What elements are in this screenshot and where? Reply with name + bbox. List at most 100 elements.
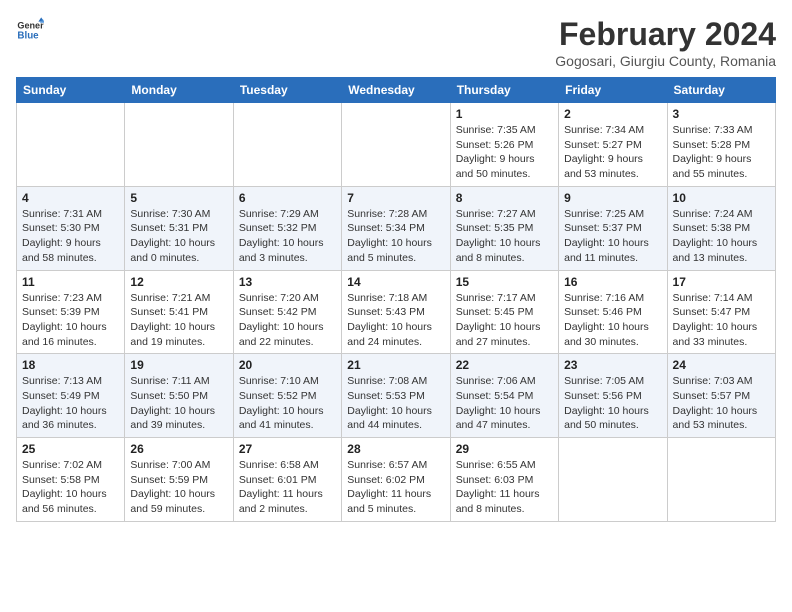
day-info: Sunrise: 7:05 AM Sunset: 5:56 PM Dayligh…: [564, 374, 661, 433]
svg-text:Blue: Blue: [17, 30, 39, 41]
day-number: 7: [347, 191, 444, 205]
day-info: Sunrise: 7:00 AM Sunset: 5:59 PM Dayligh…: [130, 458, 227, 517]
day-info: Sunrise: 7:21 AM Sunset: 5:41 PM Dayligh…: [130, 291, 227, 350]
calendar-week-row: 25 Sunrise: 7:02 AM Sunset: 5:58 PM Dayli…: [17, 438, 776, 522]
day-info: Sunrise: 7:31 AM Sunset: 5:30 PM Dayligh…: [22, 207, 119, 266]
day-number: 1: [456, 107, 553, 121]
calendar-cell: 18Sunrise: 7:13 AM Sunset: 5:49 PM Dayli…: [17, 354, 125, 438]
calendar-cell: 20 Sunrise: 7:10 AM Sunset: 5:52 PM Dayli…: [233, 354, 341, 438]
day-number: 15: [456, 275, 553, 289]
day-number: 12: [130, 275, 227, 289]
calendar-cell: 24 Sunrise: 7:03 AM Sunset: 5:57 PM Dayli…: [667, 354, 775, 438]
calendar-cell: 27 Sunrise: 6:58 AM Sunset: 6:01 PM Dayli…: [233, 438, 341, 522]
day-info: Sunrise: 7:10 AM Sunset: 5:52 PM Dayligh…: [239, 374, 336, 433]
day-info: Sunrise: 7:35 AM Sunset: 5:26 PM Dayligh…: [456, 123, 553, 182]
calendar-week-row: 1 Sunrise: 7:35 AM Sunset: 5:26 PM Daylig…: [17, 103, 776, 187]
calendar-cell: 15 Sunrise: 7:17 AM Sunset: 5:45 PM Dayli…: [450, 270, 558, 354]
calendar-cell: [559, 438, 667, 522]
calendar-cell: 10Sunrise: 7:24 AM Sunset: 5:38 PM Dayli…: [667, 186, 775, 270]
calendar-cell: 7 Sunrise: 7:28 AM Sunset: 5:34 PM Daylig…: [342, 186, 450, 270]
day-number: 13: [239, 275, 336, 289]
day-info: Sunrise: 7:23 AM Sunset: 5:39 PM Dayligh…: [22, 291, 119, 350]
day-info: Sunrise: 7:13 AM Sunset: 5:49 PM Dayligh…: [22, 374, 119, 433]
day-info: Sunrise: 6:58 AM Sunset: 6:01 PM Dayligh…: [239, 458, 336, 517]
calendar-week-row: 4 Sunrise: 7:31 AM Sunset: 5:30 PM Daylig…: [17, 186, 776, 270]
weekday-header-saturday: Saturday: [667, 78, 775, 103]
calendar-cell: 25 Sunrise: 7:02 AM Sunset: 5:58 PM Dayli…: [17, 438, 125, 522]
day-number: 6: [239, 191, 336, 205]
logo: General Blue: [16, 16, 44, 44]
day-number: 27: [239, 442, 336, 456]
day-info: Sunrise: 7:34 AM Sunset: 5:27 PM Dayligh…: [564, 123, 661, 182]
day-number: 19: [130, 358, 227, 372]
day-number: 4: [22, 191, 119, 205]
day-info: Sunrise: 7:03 AM Sunset: 5:57 PM Dayligh…: [673, 374, 770, 433]
title-area: February 2024 Gogosari, Giurgiu County, …: [555, 16, 776, 69]
day-info: Sunrise: 7:08 AM Sunset: 5:53 PM Dayligh…: [347, 374, 444, 433]
calendar-cell: 26 Sunrise: 7:00 AM Sunset: 5:59 PM Dayli…: [125, 438, 233, 522]
calendar-cell: 4 Sunrise: 7:31 AM Sunset: 5:30 PM Daylig…: [17, 186, 125, 270]
calendar-cell: 14 Sunrise: 7:18 AM Sunset: 5:43 PM Dayli…: [342, 270, 450, 354]
calendar-cell: 21 Sunrise: 7:08 AM Sunset: 5:53 PM Dayli…: [342, 354, 450, 438]
calendar-cell: 29 Sunrise: 6:55 AM Sunset: 6:03 PM Dayli…: [450, 438, 558, 522]
page-header: General Blue February 2024 Gogosari, Giu…: [16, 16, 776, 69]
day-number: 23: [564, 358, 661, 372]
month-year-title: February 2024: [555, 16, 776, 53]
day-info: Sunrise: 7:25 AM Sunset: 5:37 PM Dayligh…: [564, 207, 661, 266]
day-info: Sunrise: 6:55 AM Sunset: 6:03 PM Dayligh…: [456, 458, 553, 517]
calendar-cell: 8Sunrise: 7:27 AM Sunset: 5:35 PM Daylig…: [450, 186, 558, 270]
day-number: 14: [347, 275, 444, 289]
calendar-cell: 16Sunrise: 7:16 AM Sunset: 5:46 PM Dayli…: [559, 270, 667, 354]
logo-icon: General Blue: [16, 16, 44, 44]
calendar-cell: 5Sunrise: 7:30 AM Sunset: 5:31 PM Daylig…: [125, 186, 233, 270]
calendar-cell: 6 Sunrise: 7:29 AM Sunset: 5:32 PM Daylig…: [233, 186, 341, 270]
day-info: Sunrise: 7:28 AM Sunset: 5:34 PM Dayligh…: [347, 207, 444, 266]
day-number: 2: [564, 107, 661, 121]
calendar-cell: 2 Sunrise: 7:34 AM Sunset: 5:27 PM Daylig…: [559, 103, 667, 187]
day-info: Sunrise: 7:06 AM Sunset: 5:54 PM Dayligh…: [456, 374, 553, 433]
day-number: 17: [673, 275, 770, 289]
day-info: Sunrise: 7:29 AM Sunset: 5:32 PM Dayligh…: [239, 207, 336, 266]
day-info: Sunrise: 7:30 AM Sunset: 5:31 PM Dayligh…: [130, 207, 227, 266]
calendar-cell: 11 Sunrise: 7:23 AM Sunset: 5:39 PM Dayli…: [17, 270, 125, 354]
day-info: Sunrise: 7:20 AM Sunset: 5:42 PM Dayligh…: [239, 291, 336, 350]
day-number: 9: [564, 191, 661, 205]
weekday-header-friday: Friday: [559, 78, 667, 103]
weekday-header-monday: Monday: [125, 78, 233, 103]
calendar-cell: [233, 103, 341, 187]
calendar-cell: [342, 103, 450, 187]
day-number: 22: [456, 358, 553, 372]
calendar-cell: 9 Sunrise: 7:25 AM Sunset: 5:37 PM Daylig…: [559, 186, 667, 270]
day-info: Sunrise: 7:18 AM Sunset: 5:43 PM Dayligh…: [347, 291, 444, 350]
day-number: 29: [456, 442, 553, 456]
day-number: 21: [347, 358, 444, 372]
day-number: 24: [673, 358, 770, 372]
calendar-cell: 13 Sunrise: 7:20 AM Sunset: 5:42 PM Dayli…: [233, 270, 341, 354]
weekday-header-sunday: Sunday: [17, 78, 125, 103]
day-info: Sunrise: 7:17 AM Sunset: 5:45 PM Dayligh…: [456, 291, 553, 350]
weekday-header-thursday: Thursday: [450, 78, 558, 103]
day-info: Sunrise: 7:27 AM Sunset: 5:35 PM Dayligh…: [456, 207, 553, 266]
day-number: 20: [239, 358, 336, 372]
day-number: 25: [22, 442, 119, 456]
calendar-cell: 23 Sunrise: 7:05 AM Sunset: 5:56 PM Dayli…: [559, 354, 667, 438]
calendar-week-row: 11 Sunrise: 7:23 AM Sunset: 5:39 PM Dayli…: [17, 270, 776, 354]
calendar-cell: 22 Sunrise: 7:06 AM Sunset: 5:54 PM Dayli…: [450, 354, 558, 438]
day-info: Sunrise: 7:02 AM Sunset: 5:58 PM Dayligh…: [22, 458, 119, 517]
calendar-table: SundayMondayTuesdayWednesdayThursdayFrid…: [16, 77, 776, 522]
svg-text:General: General: [17, 21, 44, 31]
day-info: Sunrise: 7:24 AM Sunset: 5:38 PM Dayligh…: [673, 207, 770, 266]
weekday-header-wednesday: Wednesday: [342, 78, 450, 103]
calendar-cell: 28Sunrise: 6:57 AM Sunset: 6:02 PM Dayli…: [342, 438, 450, 522]
day-number: 3: [673, 107, 770, 121]
weekday-header-tuesday: Tuesday: [233, 78, 341, 103]
day-info: Sunrise: 7:11 AM Sunset: 5:50 PM Dayligh…: [130, 374, 227, 433]
day-number: 28: [347, 442, 444, 456]
calendar-cell: 12 Sunrise: 7:21 AM Sunset: 5:41 PM Dayli…: [125, 270, 233, 354]
calendar-cell: [667, 438, 775, 522]
day-info: Sunrise: 7:33 AM Sunset: 5:28 PM Dayligh…: [673, 123, 770, 182]
day-number: 26: [130, 442, 227, 456]
day-info: Sunrise: 7:14 AM Sunset: 5:47 PM Dayligh…: [673, 291, 770, 350]
day-number: 11: [22, 275, 119, 289]
calendar-cell: 17 Sunrise: 7:14 AM Sunset: 5:47 PM Dayli…: [667, 270, 775, 354]
